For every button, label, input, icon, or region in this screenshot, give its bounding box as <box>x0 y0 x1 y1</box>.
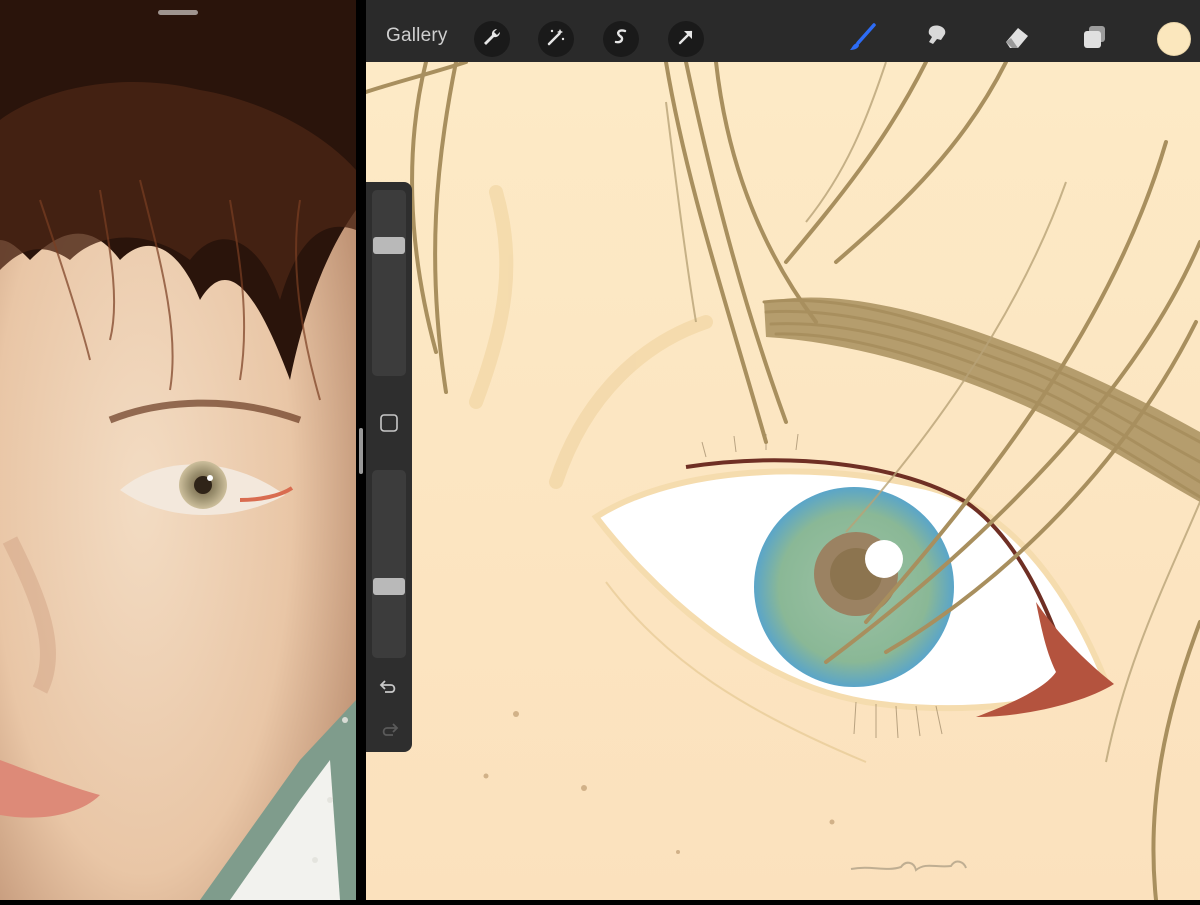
smudge-tool-button[interactable] <box>921 22 955 56</box>
layers-button[interactable] <box>1078 22 1112 56</box>
selection-icon <box>611 27 631 52</box>
actions-button[interactable] <box>474 21 510 57</box>
opacity-slider[interactable] <box>372 470 406 658</box>
reference-photo-pane <box>0 0 356 900</box>
wrench-icon <box>482 27 502 52</box>
move-arrow-icon <box>676 27 696 52</box>
transform-button[interactable] <box>668 21 704 57</box>
redo-icon <box>379 723 399 744</box>
undo-button[interactable] <box>379 677 399 697</box>
color-swatch-button[interactable] <box>1157 22 1191 56</box>
reference-portrait-image <box>0 0 356 900</box>
brush-icon <box>848 22 878 57</box>
top-toolbar: Gallery <box>366 0 1200 62</box>
canvas-artwork <box>364 60 1200 902</box>
brush-size-thumb[interactable] <box>373 237 405 254</box>
split-view-handle[interactable] <box>359 428 363 474</box>
drawing-app-pane: Gallery <box>364 0 1200 902</box>
redo-button[interactable] <box>379 720 399 740</box>
brush-sidebar <box>366 182 412 752</box>
split-pane-grabber[interactable] <box>158 10 198 15</box>
smudge-icon <box>923 22 953 57</box>
adjustments-button[interactable] <box>538 21 574 57</box>
selection-button[interactable] <box>603 21 639 57</box>
drawing-canvas[interactable] <box>364 60 1200 902</box>
opacity-thumb[interactable] <box>373 578 405 595</box>
modify-button[interactable] <box>379 413 399 433</box>
eraser-tool-button[interactable] <box>1000 22 1034 56</box>
gallery-button[interactable]: Gallery <box>386 25 448 47</box>
layers-icon <box>1080 22 1110 57</box>
eraser-icon <box>1002 22 1032 57</box>
modify-square-icon <box>379 414 399 437</box>
brush-size-slider[interactable] <box>372 190 406 376</box>
undo-icon <box>379 680 399 701</box>
brush-tool-button[interactable] <box>846 22 880 56</box>
magic-wand-icon <box>546 27 566 52</box>
